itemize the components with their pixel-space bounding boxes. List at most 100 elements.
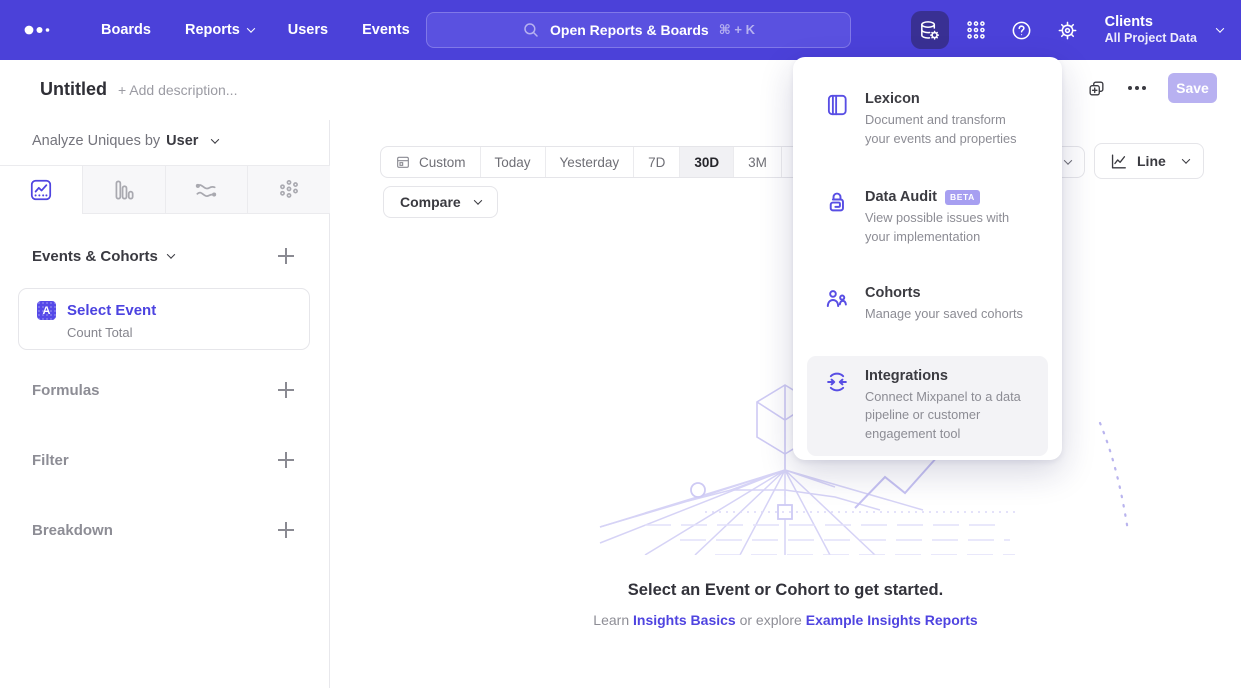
menu-item-integrations[interactable]: Integrations Connect Mixpanel to a data … [807,356,1048,457]
help-icon [1010,19,1033,42]
search-shortcut: ⌘ + K [719,22,755,38]
example-insights-reports-link[interactable]: Example Insights Reports [806,612,978,628]
retention-dots-tab-icon [276,177,302,203]
add-event-button[interactable] [275,245,297,267]
data-audit-icon [824,189,850,246]
range-3m[interactable]: 3M [733,147,781,177]
add-description-field[interactable]: + Add description... [118,82,237,98]
project-scope: All Project Data [1105,31,1197,47]
breakdown-section-header: Breakdown [32,519,297,541]
data-audit-title: Data Audit [865,189,937,205]
lexicon-title: Lexicon [865,91,920,107]
chevron-down-icon [1182,155,1190,163]
duplicate-button[interactable] [1087,79,1106,98]
tab-bar-chart[interactable] [83,166,166,213]
search-placeholder: Open Reports & Boards [550,22,709,38]
event-letter-badge: A [37,301,56,320]
data-management-button[interactable] [911,11,949,49]
chart-type-dropdown[interactable]: Line [1094,143,1204,179]
data-management-icon [918,19,941,42]
nav-item-reports-label: Reports [185,22,240,38]
more-actions-button[interactable] [1128,86,1146,90]
filter-section-header: Filter [32,449,297,471]
nav-item-users[interactable]: Users [288,22,328,38]
range-7d[interactable]: 7D [633,147,679,177]
formulas-section-header: Formulas [32,379,297,401]
select-event-label[interactable]: Select Event [67,302,156,319]
tab-retention-dots[interactable] [248,166,330,213]
cohorts-title: Cohorts [865,285,921,301]
data-management-menu: Lexicon Document and transform your even… [793,57,1062,460]
range-yesterday-label: Yesterday [560,155,620,170]
menu-item-cohorts[interactable]: Cohorts Manage your saved cohorts [807,273,1048,337]
compare-label: Compare [400,194,461,210]
beta-badge: BETA [945,190,980,205]
range-yesterday[interactable]: Yesterday [545,147,634,177]
add-filter-button[interactable] [275,449,297,471]
cohorts-description: Manage your saved cohorts [865,305,1023,324]
tab-flows[interactable] [166,166,249,213]
range-custom-label: Custom [419,155,466,170]
chevron-down-icon [211,135,219,143]
bar-chart-tab-icon [111,177,137,203]
duplicate-icon [1087,79,1106,98]
empty-state-title: Select an Event or Cohort to get started… [330,581,1241,600]
events-cohorts-section-header: Events & Cohorts [32,245,297,267]
integrations-title: Integrations [865,368,948,384]
project-switcher[interactable]: Clients All Project Data [1105,13,1223,47]
range-today[interactable]: Today [480,147,545,177]
nav-right-cluster: Clients All Project Data [911,0,1223,60]
chevron-down-icon [473,196,481,204]
chevron-down-icon [1216,24,1224,32]
flows-tab-icon [193,177,219,203]
search-input[interactable]: Open Reports & Boards ⌘ + K [426,12,851,48]
count-total-label[interactable]: Count Total [67,325,133,340]
range-7d-label: 7D [648,155,665,170]
insights-line-tab-icon [28,177,54,203]
help-button[interactable] [1003,11,1041,49]
range-30d[interactable]: 30D [679,147,733,177]
nav-item-boards-label: Boards [101,22,151,38]
menu-item-lexicon[interactable]: Lexicon Document and transform your even… [807,79,1048,161]
cohorts-people-icon [824,285,850,324]
chevron-down-icon [247,24,255,32]
nav-item-reports[interactable]: Reports [185,22,254,38]
events-cohorts-title[interactable]: Events & Cohorts [32,248,174,265]
settings-gear-button[interactable] [1049,11,1087,49]
empty-state-text1: Learn [593,612,633,628]
apps-grid-button[interactable] [957,11,995,49]
lexicon-book-icon [824,91,850,148]
insights-basics-link[interactable]: Insights Basics [633,612,736,628]
compare-button[interactable]: Compare [383,186,498,218]
lexicon-description: Document and transform your events and p… [865,111,1031,148]
settings-gear-icon [1056,19,1079,42]
integrations-description: Connect Mixpanel to a data pipeline or c… [865,388,1031,444]
report-title[interactable]: Untitled [40,79,107,100]
range-30d-label: 30D [694,155,719,170]
nav-item-events[interactable]: Events [362,22,410,38]
select-event-card[interactable]: A Select Event Count Total [18,288,310,350]
analyze-prefix: Analyze Uniques by [32,133,160,149]
mixpanel-insights-app: Boards Reports Users Events Open Reports… [0,0,1241,688]
add-formula-button[interactable] [275,379,297,401]
report-canvas: Custom Today Yesterday 7D 30D 3M 6M Comp… [330,120,1241,688]
header-actions: Save [1087,73,1217,103]
mixpanel-dots-logo[interactable] [22,18,56,42]
analyze-uniques-selector[interactable]: Analyze Uniques by User [32,133,218,149]
nav-item-events-label: Events [362,22,410,38]
range-today-label: Today [495,155,531,170]
analyze-value: User [166,133,198,149]
apps-grid-icon [965,19,987,41]
integrations-sync-icon [824,368,850,444]
add-breakdown-button[interactable] [275,519,297,541]
events-cohorts-label: Events & Cohorts [32,248,158,265]
menu-item-data-audit[interactable]: Data Audit BETA View possible issues wit… [807,177,1048,259]
nav-item-boards[interactable]: Boards [101,22,151,38]
tab-insights-line[interactable] [0,166,83,214]
search-icon [522,21,540,39]
chart-type-tabstrip [0,165,330,214]
empty-state-subtitle: Learn Insights Basics or explore Example… [330,612,1241,628]
chevron-down-icon [1063,156,1071,164]
range-custom[interactable]: Custom [381,147,480,177]
save-button[interactable]: Save [1168,73,1217,103]
